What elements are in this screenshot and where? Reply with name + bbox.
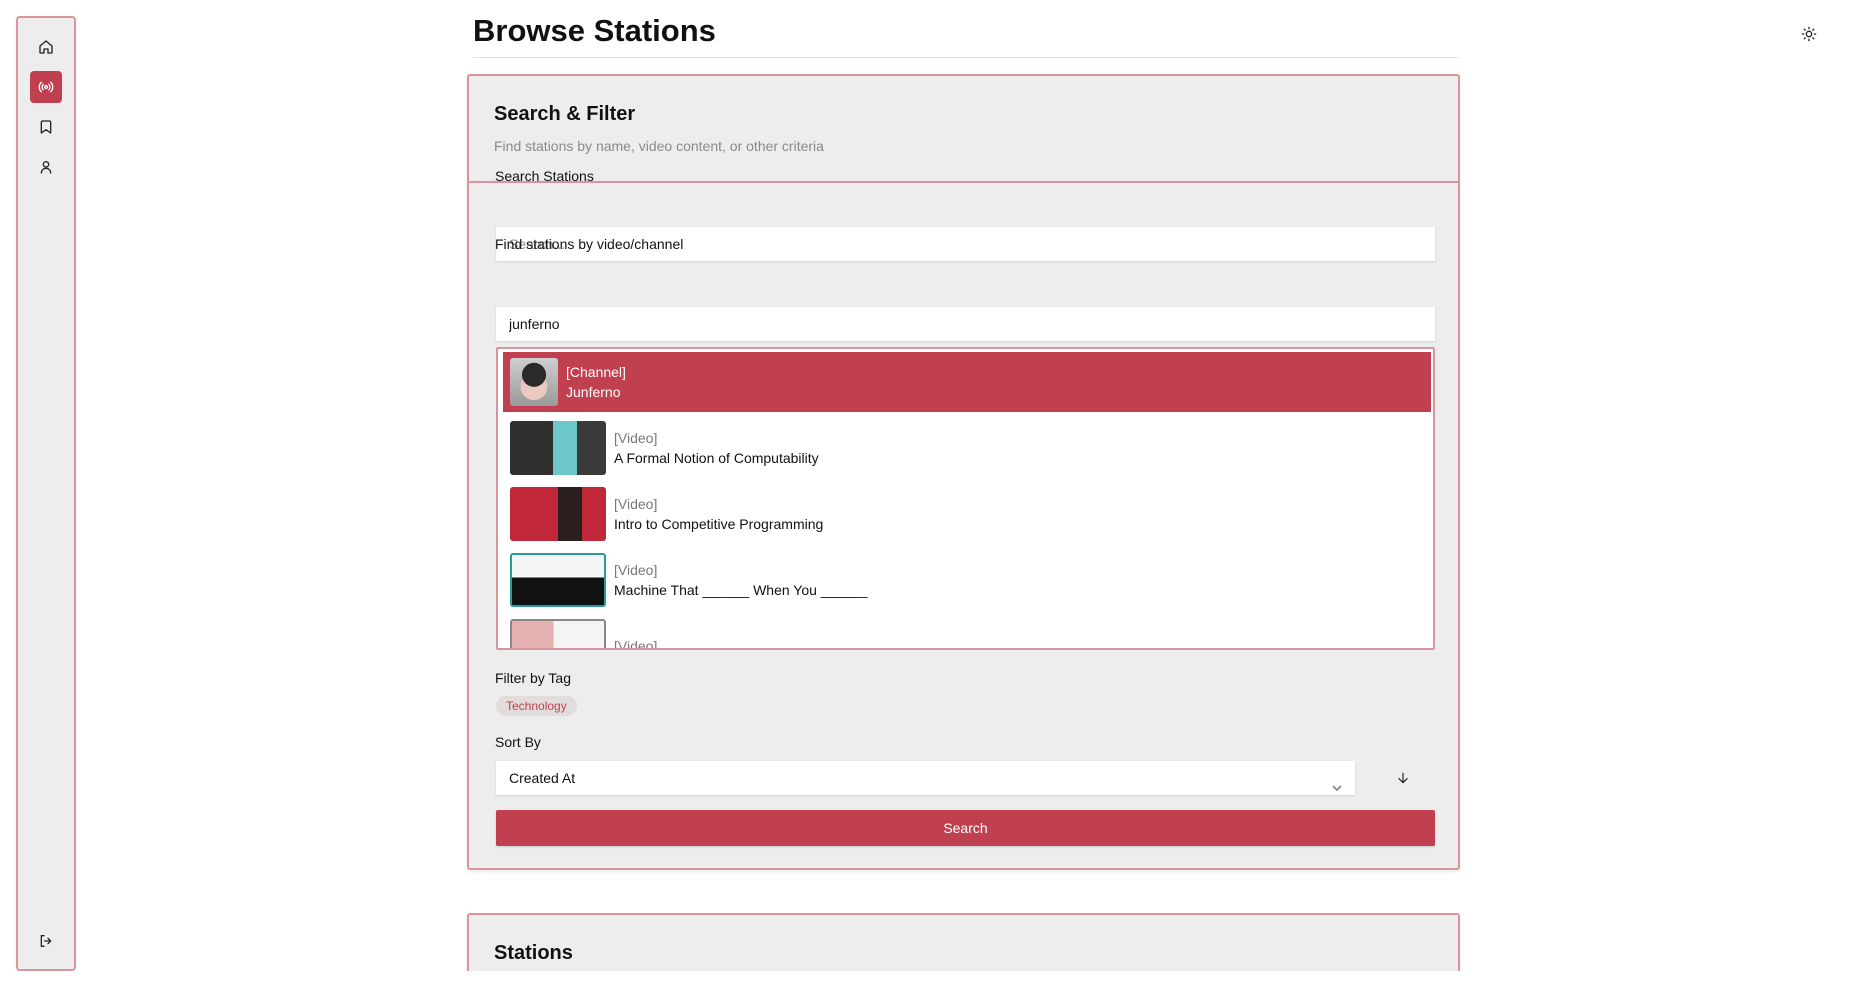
video-channel-label: Find stations by video/channel (495, 236, 684, 252)
arrow-down-icon (1398, 772, 1408, 784)
sun-icon (1801, 26, 1817, 42)
search-filter-card: Search & Filter Find stations by name, v… (467, 74, 1460, 870)
sidebar (16, 16, 76, 971)
item-type: [Channel] (566, 364, 626, 380)
card-header: Search & Filter Find stations by name, v… (469, 76, 1458, 183)
video-thumbnail (510, 421, 606, 475)
dropdown-item-video[interactable]: [Video] Machine That ______ When You ___… (503, 550, 1431, 610)
sort-direction-button[interactable] (1394, 769, 1412, 787)
item-name: Intro to Competitive Programming (614, 516, 824, 532)
item-type: [Video] (614, 638, 658, 650)
item-name: Machine That ______ When You ______ (614, 582, 868, 598)
search-stations-label: Search Stations (495, 168, 594, 184)
user-icon (40, 161, 52, 174)
tag-technology[interactable]: Technology (496, 696, 577, 716)
sidebar-item-home[interactable] (30, 31, 62, 63)
home-icon (39, 40, 53, 54)
logout-button[interactable] (30, 925, 62, 957)
sidebar-item-stations[interactable] (30, 71, 62, 103)
dropdown-item-video[interactable]: [Video] (503, 616, 1431, 650)
search-button[interactable]: Search (496, 810, 1435, 846)
dropdown-item-channel[interactable]: [Channel] Junferno (503, 352, 1431, 412)
sidebar-item-bookmarks[interactable] (30, 111, 62, 143)
video-thumbnail (510, 553, 606, 607)
header-divider (473, 57, 1459, 58)
chevron-down-icon (1331, 772, 1343, 792)
page-title: Browse Stations (473, 13, 716, 48)
card-description: Find stations by name, video content, or… (494, 138, 824, 154)
channel-avatar (510, 358, 558, 406)
card-title: Stations (494, 942, 573, 964)
card-title: Search & Filter (494, 103, 636, 125)
sort-by-value: Created At (509, 770, 576, 786)
theme-toggle-button[interactable] (1799, 24, 1819, 44)
viewport-bottom (0, 971, 1867, 987)
sidebar-item-profile[interactable] (30, 151, 62, 183)
item-type: [Video] (614, 562, 658, 578)
item-type: [Video] (614, 430, 658, 446)
item-type: [Video] (614, 496, 658, 512)
video-thumbnail (510, 487, 606, 541)
logout-icon (40, 935, 52, 947)
item-name: Junferno (566, 384, 621, 400)
item-name: A Formal Notion of Computability (614, 450, 819, 466)
sort-by-select[interactable]: Created At (496, 761, 1355, 795)
video-thumbnail (510, 619, 606, 648)
filter-tag-label: Filter by Tag (495, 670, 571, 686)
bookmark-icon (40, 120, 52, 134)
sort-by-label: Sort By (495, 734, 541, 750)
autocomplete-dropdown: [Channel] Junferno [Video] A Formal Noti… (496, 347, 1435, 650)
broadcast-icon (38, 81, 54, 93)
dropdown-item-video[interactable]: [Video] Intro to Competitive Programming (503, 484, 1431, 544)
video-channel-input[interactable] (496, 307, 1435, 341)
dropdown-item-video[interactable]: [Video] A Formal Notion of Computability (503, 418, 1431, 478)
